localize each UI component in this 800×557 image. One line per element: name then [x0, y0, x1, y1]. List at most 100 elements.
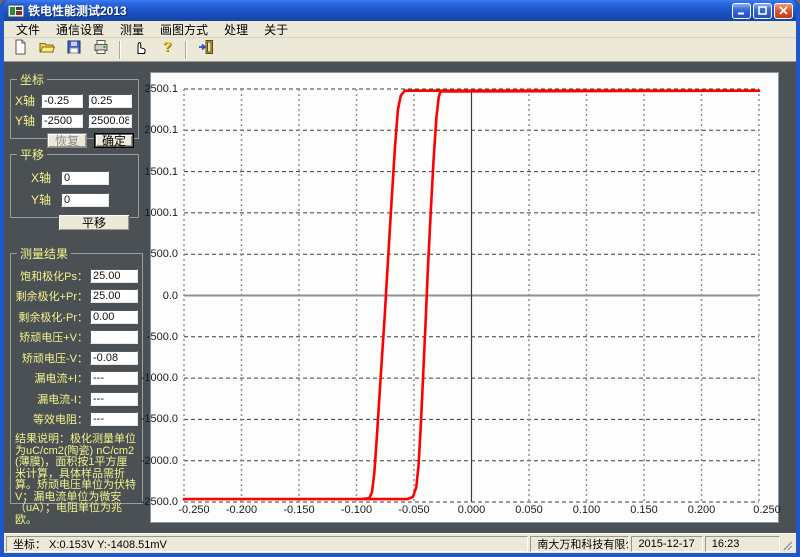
hand-tool-icon: [132, 39, 148, 60]
y-tick-label: 2500.1: [144, 83, 178, 95]
toolbar-separator: [119, 40, 121, 59]
result-row: 矫顽电压+V：: [15, 329, 138, 345]
result-row: 矫顽电压-V：: [15, 350, 138, 366]
menu-item-3[interactable]: 画图方式: [152, 20, 216, 39]
coords-group-title: 坐标: [20, 73, 45, 87]
result-value-3[interactable]: [90, 330, 138, 344]
menu-item-4[interactable]: 处理: [216, 20, 256, 39]
new-document-button[interactable]: [8, 39, 31, 60]
plot-area[interactable]: [182, 88, 761, 503]
hand-tool-button[interactable]: [128, 39, 151, 60]
results-group-title: 测量结果: [20, 247, 69, 261]
x-max-input[interactable]: [88, 93, 132, 108]
y-tick-label: 0.0: [162, 289, 178, 302]
coords-group: 坐标 X轴 Y轴 恢复 确定: [10, 71, 139, 148]
result-value-1[interactable]: [90, 289, 138, 303]
coords-y-axis-label: Y轴: [15, 114, 36, 128]
result-value-0[interactable]: [90, 268, 138, 283]
hysteresis-chart: [182, 88, 761, 503]
coords-x-axis-label: X轴: [15, 94, 36, 108]
result-row: 漏电流+I：: [15, 370, 138, 386]
result-row: 饱和极化Ps：: [15, 268, 138, 284]
svg-text:?: ?: [162, 39, 171, 55]
app-icon: [8, 4, 24, 17]
x-tick-label: -0.100: [340, 504, 373, 516]
y-min-input[interactable]: [41, 113, 83, 128]
result-value-7[interactable]: [90, 412, 138, 426]
menu-bar: 文件 通信设置 测量 画图方式 处理 关于: [4, 21, 796, 38]
resize-grip[interactable]: [782, 540, 794, 552]
open-file-button[interactable]: [35, 39, 58, 60]
x-tick-label: 0.150: [630, 504, 658, 516]
result-row: 漏电流-I：: [15, 391, 138, 407]
y-tick-label: -500.0: [146, 330, 178, 343]
x-tick-label: 0.250: [753, 504, 781, 516]
y-tick-label: 500.0: [150, 248, 178, 261]
menu-item-1[interactable]: 通信设置: [48, 20, 112, 39]
menu-item-0[interactable]: 文件: [8, 20, 48, 39]
x-tick-label: -0.200: [225, 504, 258, 516]
x-tick-label: -0.250: [178, 504, 210, 516]
print-button[interactable]: [89, 39, 112, 60]
pan-x-axis-label: X轴: [31, 171, 52, 185]
result-label-7: 等效电阻：: [33, 414, 88, 426]
x-tick-label: 0.000: [457, 504, 486, 516]
print-icon: [93, 39, 109, 60]
result-label-1: 剩余极化+Pr：: [15, 291, 88, 303]
results-group: 测量结果 饱和极化Ps： 剩余极化+Pr： 剩余极化-Pr： 矫顽电压+V： 矫顽电压-…: [10, 245, 143, 525]
pan-button[interactable]: 平移: [58, 214, 130, 231]
toolbar: ??: [4, 38, 796, 62]
title-bar[interactable]: 铁电性能测试2013: [4, 0, 796, 21]
y-axis-labels: 2500.1 2000.1 1500.1 1000.1 500.0 0.0 -500.0 -1…: [141, 83, 181, 508]
sidebar: 坐标 X轴 Y轴 恢复 确定 平移 X轴: [4, 62, 150, 533]
x-min-input[interactable]: [41, 93, 83, 108]
result-row: 剩余极化+Pr：: [15, 288, 138, 304]
save-file-icon: [66, 39, 82, 60]
minimize-button[interactable]: [732, 2, 751, 19]
result-value-6[interactable]: [90, 391, 138, 406]
help-icon: ??: [159, 39, 175, 60]
menu-item-5[interactable]: 关于: [256, 20, 296, 39]
result-label-4: 矫顽电压-V：: [22, 352, 88, 365]
y-tick-label: 1000.1: [144, 206, 178, 219]
pan-x-input[interactable]: [61, 170, 109, 185]
pan-y-input[interactable]: [61, 192, 109, 207]
x-tick-label: 0.200: [687, 504, 716, 516]
y-tick-label: -1000.0: [140, 372, 178, 385]
x-tick-label: -0.050: [398, 504, 430, 516]
result-row: 剩余极化-Pr：: [15, 309, 138, 325]
result-row: 等效电阻：: [15, 411, 138, 427]
result-value-4[interactable]: [90, 350, 138, 365]
result-value-5[interactable]: [90, 371, 138, 385]
y-tick-label: 1500.1: [144, 165, 178, 178]
result-value-2[interactable]: [90, 309, 138, 324]
result-fields: 饱和极化Ps： 剩余极化+Pr： 剩余极化-Pr： 矫顽电压+V： 矫顽电压-V： 漏电流…: [15, 268, 138, 428]
client-area: 坐标 X轴 Y轴 恢复 确定 平移 X轴: [4, 62, 796, 533]
pan-group-title: 平移: [20, 148, 45, 162]
toolbar-separator: [185, 40, 187, 59]
menu-item-2[interactable]: 测量: [112, 20, 152, 39]
x-tick-label: 0.050: [515, 504, 543, 516]
results-note: 结果说明：极化测量单位为uC/cm2(陶瓷) nC/cm2(薄膜)，面积按1平方…: [15, 433, 136, 526]
maximize-button[interactable]: [753, 2, 772, 19]
close-button[interactable]: [774, 2, 793, 19]
result-label-3: 矫顽电压+V：: [19, 332, 88, 344]
x-tick-label: 0.100: [572, 504, 601, 516]
status-time: 16:23: [704, 535, 781, 552]
x-tick-label: -0.150: [283, 504, 315, 516]
status-company: 南大万和科技有限公司: [530, 535, 630, 552]
result-label-5: 漏电流+I：: [34, 373, 88, 385]
result-label-0: 饱和极化Ps：: [20, 270, 88, 283]
y-tick-label: 2000.1: [144, 124, 178, 137]
exit-button[interactable]: [194, 39, 217, 60]
status-coordinates: 坐标： X:0.153V Y:-1408.51mV: [6, 535, 529, 552]
y-tick-label: -1500.0: [140, 413, 178, 426]
result-label-6: 漏电流-I：: [37, 393, 88, 406]
new-document-icon: [12, 39, 28, 60]
save-file-button[interactable]: [62, 39, 85, 60]
y-max-input[interactable]: [88, 113, 132, 128]
pan-y-axis-label: Y轴: [31, 193, 52, 207]
pan-group: 平移 X轴 Y轴 平移: [10, 146, 139, 231]
y-tick-label: -2000.0: [140, 454, 178, 467]
help-button[interactable]: ??: [155, 39, 178, 60]
